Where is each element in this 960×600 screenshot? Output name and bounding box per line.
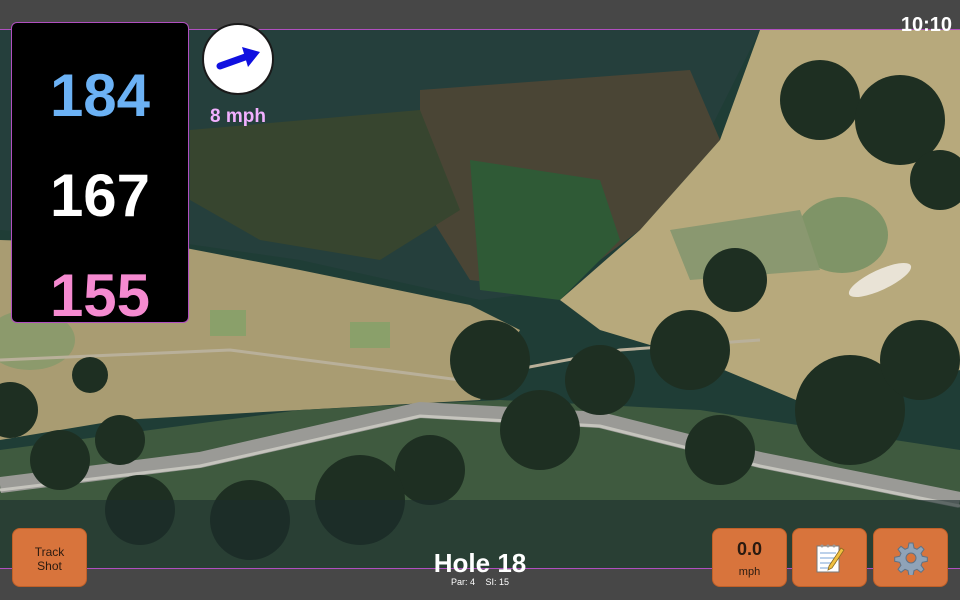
track-shot-label-line2: Shot — [37, 559, 62, 573]
hole-stroke-index: SI: 15 — [485, 577, 510, 587]
hole-title: Hole 18 — [433, 548, 527, 578]
clock-time: 10:10 — [900, 14, 952, 36]
front-distance: 155 — [49, 262, 151, 329]
back-distance: 184 — [49, 62, 151, 129]
wind-indicator — [202, 23, 274, 95]
hole-par: Par: 4 — [450, 577, 475, 587]
middle-distance: 167 — [49, 162, 151, 229]
wind-arrow-icon — [216, 47, 260, 70]
speed-unit: mph — [738, 566, 761, 578]
distance-panel: 184 167 155 — [11, 22, 189, 329]
gear-icon — [894, 542, 928, 575]
wind-speed: 8 mph — [210, 106, 266, 127]
speed-button[interactable]: 0.0 mph — [712, 528, 787, 587]
hole-info: Par: 4 SI: 15 — [380, 577, 580, 587]
track-shot-label-line1: Track — [34, 545, 65, 559]
speed-value: 0.0 — [736, 539, 763, 559]
settings-button[interactable] — [873, 528, 948, 587]
notepad-icon — [816, 544, 845, 573]
notes-button[interactable] — [792, 528, 867, 587]
track-shot-button[interactable]: Track Shot — [12, 528, 87, 587]
